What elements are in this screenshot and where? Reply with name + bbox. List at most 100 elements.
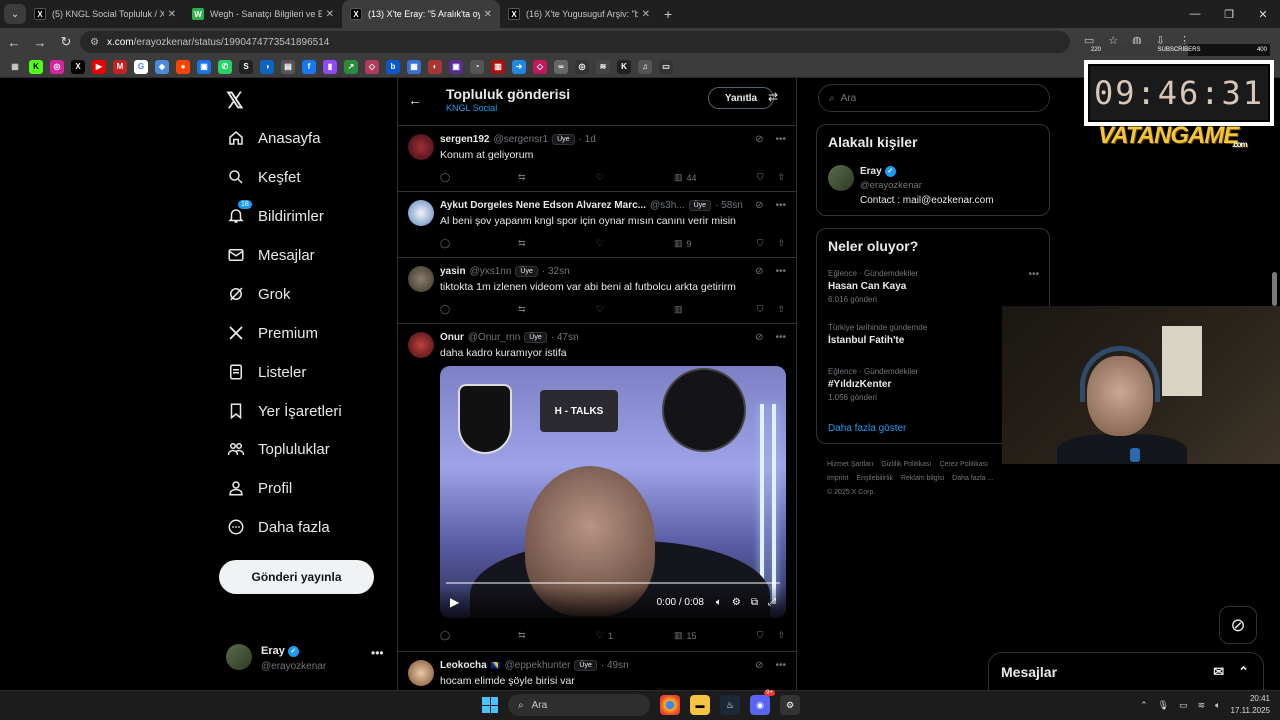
- repost-action[interactable]: ⇆: [518, 304, 596, 315]
- apps-grid-icon[interactable]: ▦: [8, 60, 22, 74]
- volume-icon[interactable]: 🔈︎: [716, 597, 722, 608]
- related-handle[interactable]: @erayozkenar: [860, 180, 922, 191]
- messages-drawer[interactable]: Mesajlar ✉ ⌃: [988, 652, 1264, 690]
- taskbar-search[interactable]: ⌕ Ara: [508, 694, 650, 716]
- share-icon[interactable]: ⇧: [777, 238, 785, 249]
- footer-link[interactable]: Daha fazla ...: [952, 475, 993, 482]
- bookmark-youtube-icon[interactable]: ▶: [92, 59, 106, 74]
- reply-action[interactable]: ◯: [440, 172, 518, 183]
- like-action[interactable]: ♡ 1: [596, 630, 674, 641]
- footer-link[interactable]: Reklam bilgisi: [901, 475, 944, 482]
- nav-premium[interactable]: Premium: [226, 318, 318, 348]
- grok-icon[interactable]: ⊘: [755, 200, 763, 211]
- nav-lists[interactable]: Listeler: [226, 357, 306, 387]
- bookmark-twitch-icon[interactable]: ▮: [323, 59, 337, 74]
- grok-floating-icon[interactable]: ⊘: [1219, 606, 1257, 644]
- nav-messages[interactable]: Mesajlar: [226, 240, 315, 270]
- microphone-icon[interactable]: 🎙︎: [1158, 700, 1169, 711]
- chevron-up-icon[interactable]: ⌃: [1140, 700, 1148, 711]
- bookmark-icon[interactable]: ▥: [491, 59, 505, 74]
- app-icon[interactable]: ⚙: [780, 695, 800, 715]
- avatar[interactable]: [828, 165, 854, 191]
- nav-profile[interactable]: Profil: [226, 473, 292, 503]
- author-name[interactable]: Aykut Dorgeles Nene Edson Alvarez Marc..…: [440, 200, 646, 211]
- discord-icon[interactable]: ◉ 9+: [750, 690, 775, 715]
- bookmark-icon[interactable]: ⛉: [757, 304, 764, 315]
- x-logo-icon[interactable]: 𝕏: [226, 88, 244, 114]
- share-icon[interactable]: ⇧: [777, 630, 785, 641]
- maximize-icon[interactable]: ❐: [1212, 0, 1246, 28]
- author-handle[interactable]: @s3h...: [650, 200, 685, 211]
- footer-link[interactable]: Imprint: [827, 475, 848, 482]
- bookmark-instagram-icon[interactable]: ◎: [50, 59, 64, 74]
- reply-action[interactable]: ◯: [440, 630, 518, 641]
- video-player[interactable]: H - TALKS ▶ 0:00 / 0:08 🔈︎ ⚙ ⧉ ⤢: [440, 366, 786, 618]
- show-more-link[interactable]: Daha fazla göster: [828, 423, 906, 434]
- bookmark-icon[interactable]: ▭: [659, 59, 673, 74]
- grok-icon[interactable]: ⊘: [755, 332, 763, 343]
- more-dots-icon[interactable]: •••: [371, 646, 384, 660]
- nav-notifications[interactable]: 18 Bildirimler: [226, 200, 324, 231]
- bookmark-reddit-icon[interactable]: ●: [176, 59, 190, 74]
- bookmark-icon[interactable]: ▣: [449, 59, 463, 74]
- reply-post[interactable]: yasin @yxs1nn Üye · 32sn ⊘ ••• tiktokta 1…: [398, 258, 796, 324]
- grok-icon[interactable]: ⊘: [755, 266, 763, 277]
- search-box[interactable]: ⌕ Ara: [818, 84, 1050, 112]
- grok-icon[interactable]: ⊘: [755, 660, 763, 671]
- bookmark-google-icon[interactable]: G: [134, 59, 148, 74]
- close-window-icon[interactable]: ✕: [1246, 0, 1280, 28]
- minimize-icon[interactable]: —: [1178, 0, 1212, 28]
- back-icon[interactable]: ←: [2, 30, 26, 54]
- bookmark-icon[interactable]: ▦: [407, 59, 421, 74]
- bookmark-x-icon[interactable]: X: [71, 59, 85, 74]
- video-progress-bar[interactable]: [446, 582, 780, 584]
- nav-grok[interactable]: Grok: [226, 279, 291, 309]
- bookmark-icon[interactable]: ≋: [596, 59, 610, 74]
- bookmark-gmail-icon[interactable]: M: [113, 59, 127, 74]
- browser-tab[interactable]: X (5) KNGL Social Topluluk / X ✕: [26, 0, 184, 28]
- bookmark-icon[interactable]: ◎: [575, 59, 589, 74]
- share-icon[interactable]: ⇧: [777, 304, 785, 315]
- more-dots-icon[interactable]: •••: [775, 200, 786, 211]
- nav-bookmarks[interactable]: Yer İşaretleri: [226, 396, 342, 426]
- avatar[interactable]: [408, 332, 434, 358]
- avatar[interactable]: [408, 266, 434, 292]
- bookmark-icon[interactable]: ➜: [512, 59, 526, 74]
- author-name[interactable]: yasin: [440, 266, 466, 277]
- bookmark-icon[interactable]: b: [386, 59, 400, 74]
- bookmark-icon[interactable]: ∞: [554, 59, 568, 74]
- trend-item[interactable]: Eğlence · Gündemdekiler Hasan Can Kaya 6…: [828, 269, 1038, 304]
- bookmark-icon[interactable]: ◐: [428, 59, 442, 74]
- reply-post[interactable]: Aykut Dorgeles Nene Edson Alvarez Marc..…: [398, 192, 796, 258]
- bookmark-icon[interactable]: ◇: [533, 59, 547, 74]
- forward-icon[interactable]: →: [28, 30, 52, 54]
- new-tab-button[interactable]: +: [664, 6, 672, 22]
- close-tab-icon[interactable]: ✕: [326, 9, 334, 20]
- reply-action[interactable]: ◯: [440, 304, 518, 315]
- repost-action[interactable]: ⇆: [518, 630, 596, 641]
- more-dots-icon[interactable]: •••: [775, 134, 786, 145]
- share-icon[interactable]: ⇧: [777, 172, 785, 183]
- views-action[interactable]: ▥ 44: [674, 172, 752, 183]
- nav-communities[interactable]: Topluluklar: [226, 434, 330, 464]
- author-handle[interactable]: @sergensr1: [493, 134, 548, 145]
- chevron-up-icon[interactable]: ⌃: [1238, 664, 1249, 680]
- like-action[interactable]: ♡: [596, 238, 674, 249]
- reply-button[interactable]: Yanıtla: [708, 87, 774, 109]
- bookmark-facebook-icon[interactable]: f: [302, 59, 316, 74]
- more-dots-icon[interactable]: •••: [775, 266, 786, 277]
- reply-action[interactable]: ◯: [440, 238, 518, 249]
- bookmark-icon[interactable]: ↗: [344, 59, 358, 74]
- pip-icon[interactable]: ⧉: [751, 597, 758, 608]
- browser-tab-active[interactable]: X (13) X'te Eray: "5 Aralık'ta oyna ✕: [342, 0, 500, 28]
- author-name[interactable]: Onur: [440, 332, 464, 343]
- bookmark-icon[interactable]: S: [239, 59, 253, 74]
- bookmark-icon[interactable]: ♫: [638, 59, 652, 74]
- footer-link[interactable]: Hizmet Şartları: [827, 461, 873, 468]
- bookmark-icon[interactable]: ◇: [365, 59, 379, 74]
- close-tab-icon[interactable]: ✕: [168, 9, 176, 20]
- close-tab-icon[interactable]: ✕: [484, 9, 492, 20]
- speaker-icon[interactable]: 🔈︎: [1215, 700, 1220, 711]
- system-clock[interactable]: 20:41 17.11.2025: [1231, 693, 1270, 717]
- views-action[interactable]: ▥: [674, 304, 752, 315]
